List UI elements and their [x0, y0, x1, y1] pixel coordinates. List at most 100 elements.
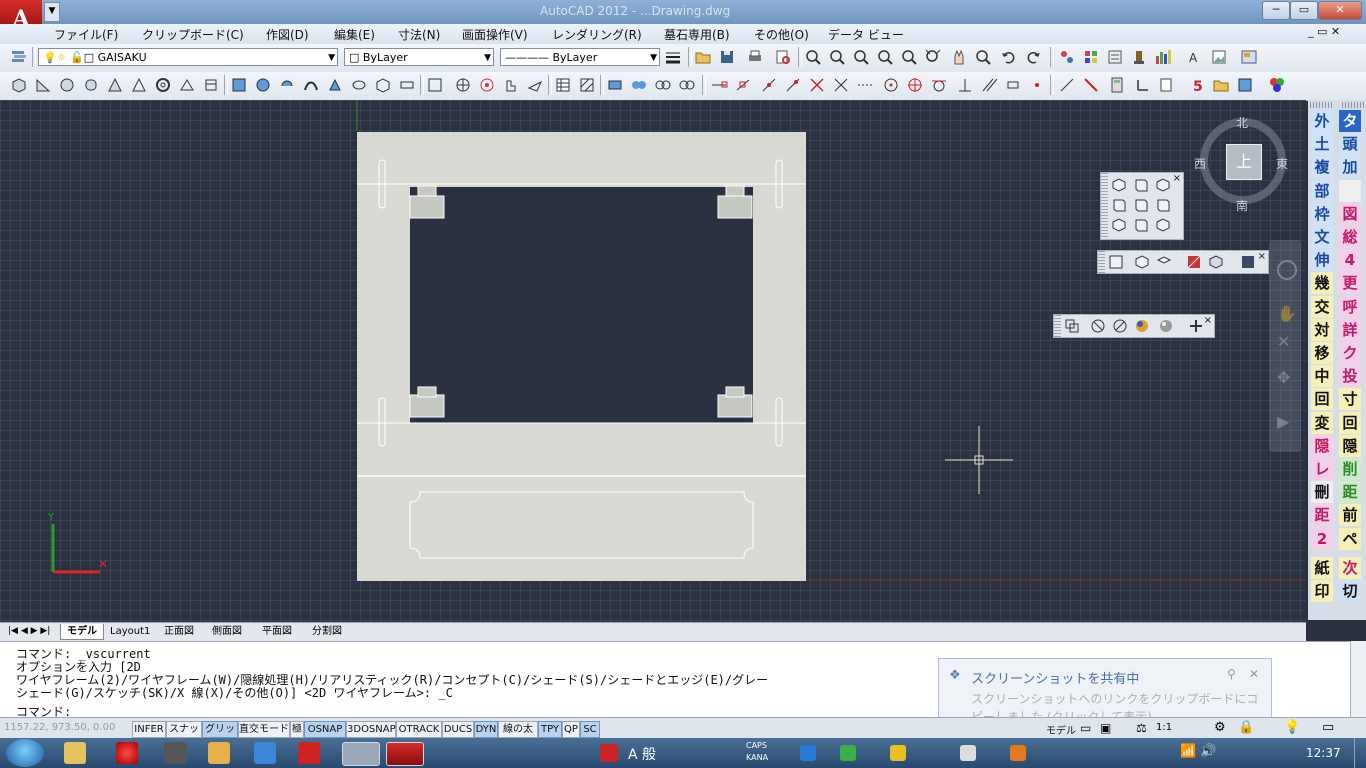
- status-toggle-12[interactable]: QP: [562, 721, 580, 738]
- view-back-icon[interactable]: [1155, 197, 1171, 213]
- zoom-previous-icon[interactable]: [900, 48, 918, 66]
- autocad-taskbar-icon[interactable]: [386, 742, 424, 766]
- zoom-extents-icon[interactable]: [876, 48, 894, 66]
- viewcube-east[interactable]: 東: [1276, 155, 1288, 172]
- 3d-stack-icon[interactable]: [1156, 254, 1172, 270]
- tray-icon-6[interactable]: [1010, 745, 1026, 761]
- orbit-icon[interactable]: ✥: [1277, 368, 1290, 387]
- view-top-icon[interactable]: [1111, 177, 1127, 193]
- snap-extension-icon[interactable]: [832, 76, 850, 94]
- status-toggle-8[interactable]: DUCS: [442, 721, 474, 738]
- drawing-canvas[interactable]: Y ✕ 上 北 南 東 西 ✋ ✕ ✥ ▶ × × ×: [0, 100, 1306, 622]
- palette-col1-key-3[interactable]: 部: [1311, 179, 1333, 202]
- palette-col2-key-16[interactable]: 距: [1339, 481, 1361, 504]
- explorer-icon[interactable]: [64, 742, 86, 764]
- palette-col1-key-5[interactable]: 文: [1311, 226, 1333, 248]
- quick-view-layouts-icon[interactable]: ▭: [1080, 721, 1091, 735]
- calculator-icon[interactable]: [1108, 76, 1126, 94]
- table-icon[interactable]: [554, 76, 572, 94]
- viewcube-top-face[interactable]: 上: [1226, 144, 1262, 180]
- zoom-realtime-icon[interactable]: [974, 48, 992, 66]
- status-toggle-9[interactable]: DYN: [474, 721, 498, 738]
- tray-icon-2[interactable]: [800, 745, 816, 761]
- status-toggle-10[interactable]: 線の太さ: [498, 721, 538, 750]
- viewcube-south[interactable]: 南: [1236, 197, 1248, 214]
- palette-col2-key-14[interactable]: 隠: [1339, 434, 1361, 457]
- torus-icon[interactable]: [154, 76, 172, 94]
- view-left-icon[interactable]: [1155, 177, 1171, 193]
- palette-col2-key-19[interactable]: 次: [1339, 556, 1361, 579]
- doc-window-controls[interactable]: _ ▭ ✕: [1308, 25, 1340, 38]
- network-icon[interactable]: 📶: [1180, 744, 1196, 759]
- folder-open-icon[interactable]: [1212, 76, 1230, 94]
- opera-icon[interactable]: [116, 742, 138, 764]
- view-side-icon[interactable]: [654, 76, 672, 94]
- close-icon[interactable]: ×: [1204, 315, 1212, 326]
- zoom-all-icon[interactable]: [924, 48, 942, 66]
- clock[interactable]: 12:37: [1306, 746, 1341, 760]
- tray-icon-5[interactable]: [960, 745, 976, 761]
- extrude-icon[interactable]: [202, 76, 220, 94]
- zoom-window-icon[interactable]: [852, 48, 870, 66]
- palette-col1-key-2[interactable]: 複: [1311, 156, 1333, 179]
- close-icon[interactable]: ×: [1258, 251, 1266, 262]
- palette-col1-key-10[interactable]: 移: [1311, 342, 1333, 364]
- wedge-icon[interactable]: [34, 76, 52, 94]
- view-ne-iso-icon[interactable]: [1155, 217, 1171, 233]
- loft-icon[interactable]: [326, 76, 344, 94]
- clean-screen-icon[interactable]: ▭: [1322, 720, 1334, 735]
- palette-col2-key-0[interactable]: タ: [1339, 110, 1361, 132]
- 3d-box-icon[interactable]: [1134, 254, 1150, 270]
- snap-tangent-icon[interactable]: [930, 76, 948, 94]
- palette-col2-key-17[interactable]: 前: [1339, 504, 1361, 527]
- image-icon[interactable]: [1210, 48, 1228, 66]
- workspace-gear-icon[interactable]: ⚙: [1214, 720, 1226, 735]
- palette-col1-key-16[interactable]: 刪: [1311, 481, 1333, 504]
- annotation-scale-icon[interactable]: ⚖: [1136, 721, 1147, 735]
- quick-view-drawings-icon[interactable]: ▣: [1100, 721, 1111, 735]
- snap-perpendicular-icon[interactable]: [956, 76, 974, 94]
- 2d-wireframe-icon[interactable]: [1064, 318, 1080, 334]
- snap-quadrant-icon[interactable]: [906, 76, 924, 94]
- zoom-icon[interactable]: ✕: [1277, 332, 1290, 351]
- menu-data-view[interactable]: データ ビュー: [828, 26, 904, 43]
- toolbar-lock-icon[interactable]: 🔒: [1238, 720, 1254, 735]
- tab-plan[interactable]: 平面図: [256, 624, 298, 639]
- view-top-icon[interactable]: [606, 76, 624, 94]
- view-right-icon[interactable]: [1111, 197, 1127, 213]
- model-space-label[interactable]: モデル: [1046, 722, 1076, 737]
- view-sw-iso-icon[interactable]: [1111, 217, 1127, 233]
- sheet-set-icon[interactable]: [1158, 76, 1176, 94]
- palette-col2-key-11[interactable]: 投: [1339, 365, 1361, 388]
- menu-draw[interactable]: 作図(D): [266, 26, 309, 43]
- render-icon[interactable]: [1240, 254, 1256, 270]
- snap-center-icon[interactable]: [882, 76, 900, 94]
- linetype-combo[interactable]: ———— ByLayer ▼: [500, 48, 660, 66]
- view-iso-icon[interactable]: [678, 76, 696, 94]
- palette-col2-key-4[interactable]: 図: [1339, 202, 1361, 225]
- zoom-out-icon[interactable]: [828, 48, 846, 66]
- section-plane-icon[interactable]: [426, 76, 444, 94]
- palette-col1-key-4[interactable]: 枠: [1311, 202, 1333, 225]
- palette-col1-key-11[interactable]: 中: [1311, 365, 1333, 388]
- pan-icon[interactable]: [950, 48, 968, 66]
- snap-midpoint-icon[interactable]: [734, 76, 752, 94]
- properties-icon[interactable]: [1106, 48, 1124, 66]
- view-se-iso-icon[interactable]: [1133, 217, 1149, 233]
- palette-col2-key-15[interactable]: 削: [1339, 458, 1361, 480]
- box-icon[interactable]: [10, 76, 28, 94]
- lamp-icon[interactable]: [1130, 48, 1148, 66]
- snap-none-icon[interactable]: [1082, 76, 1100, 94]
- design-center-icon[interactable]: [1058, 48, 1076, 66]
- palette-col1-key-1[interactable]: 土: [1311, 133, 1333, 156]
- palette-col2-key-10[interactable]: ク: [1339, 342, 1361, 364]
- open-icon[interactable]: [694, 48, 712, 66]
- dropbox-icon[interactable]: [254, 742, 276, 764]
- palette-col1-key-9[interactable]: 対: [1311, 318, 1333, 341]
- cone-icon[interactable]: [106, 76, 124, 94]
- ime-indicator[interactable]: A 般: [628, 744, 656, 764]
- palette-col2-key-3[interactable]: [1339, 179, 1361, 202]
- menu-other[interactable]: その他(O): [754, 26, 809, 43]
- lineweight-icon[interactable]: [664, 48, 682, 66]
- palette-col1-key-12[interactable]: 回: [1311, 388, 1333, 411]
